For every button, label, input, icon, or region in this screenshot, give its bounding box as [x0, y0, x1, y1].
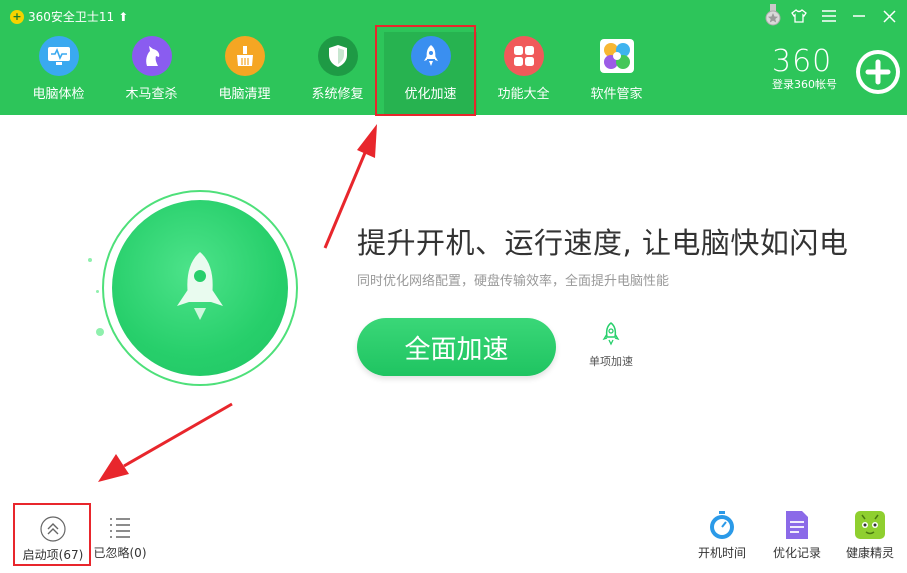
ignored-label: 已忽略(0)	[93, 546, 147, 560]
ignored-button[interactable]: 已忽略(0)	[92, 516, 148, 561]
decor-dot	[96, 290, 99, 293]
startup-items-button[interactable]: 启动项(67)	[20, 516, 86, 563]
startup-label: 启动项(67)	[22, 548, 84, 562]
health-spirit-button[interactable]: 健康精灵	[842, 510, 898, 561]
single-speedup-button[interactable]: 单项加速	[583, 322, 639, 369]
subline: 同时优化网络配置，硬盘传输效率，全面提升电脑性能	[357, 274, 670, 289]
document-icon	[786, 511, 808, 539]
headline: 提升开机、运行速度, 让电脑快如闪电	[357, 226, 849, 260]
rocket-outline-icon	[602, 322, 620, 346]
health-spirit-label: 健康精灵	[845, 546, 894, 560]
full-speedup-button[interactable]: 全面加速	[357, 318, 556, 376]
android-mascot-icon	[855, 511, 885, 539]
optimize-record-button[interactable]: 优化记录	[769, 510, 825, 561]
double-chevron-up-icon	[40, 516, 66, 542]
optimize-record-label: 优化记录	[772, 546, 821, 560]
boot-time-button[interactable]: 开机时间	[694, 510, 750, 561]
single-speedup-label: 单项加速	[589, 355, 633, 368]
rocket-badge	[112, 200, 288, 376]
rocket-icon	[177, 252, 223, 320]
boot-time-label: 开机时间	[697, 546, 746, 560]
stopwatch-icon	[710, 511, 734, 539]
decor-dot	[96, 328, 104, 336]
decor-dot	[88, 258, 92, 262]
list-icon	[110, 518, 130, 538]
